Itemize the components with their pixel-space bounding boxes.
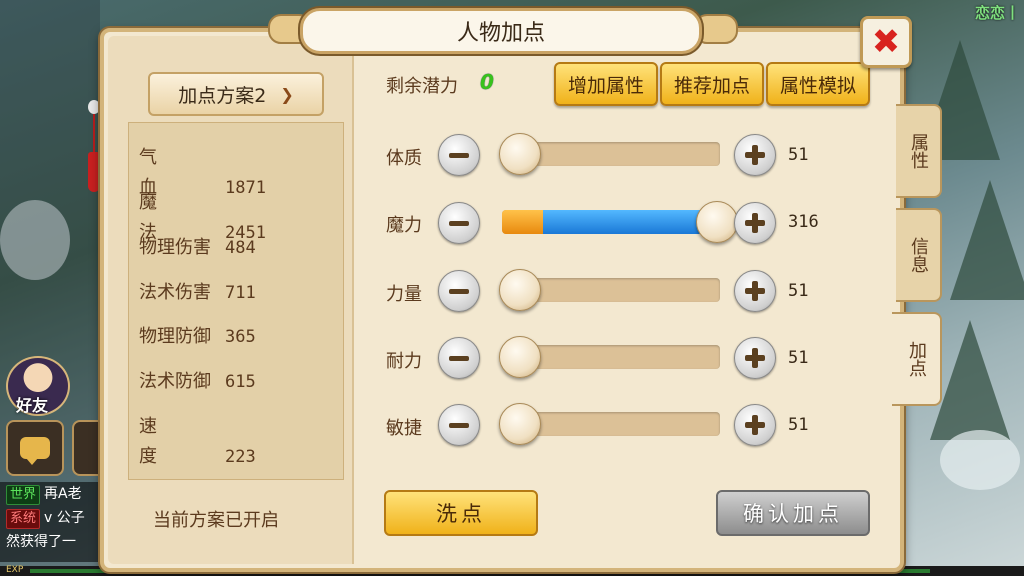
- minus-icon: [449, 288, 469, 294]
- attr-slider[interactable]: [499, 336, 720, 378]
- voice-button[interactable]: [72, 420, 102, 476]
- increase-button[interactable]: [734, 270, 776, 312]
- stat-row-hp: 气血 1871: [139, 143, 266, 198]
- attr-slider[interactable]: [499, 133, 720, 175]
- left-column: 加点方案2 ❯ 气血 1871 魔法 2451 物理伤害 484 法术伤害 711 物理…: [108, 36, 354, 564]
- tassel-knot: [88, 100, 100, 114]
- add-attribute-button[interactable]: 增加属性: [554, 62, 658, 106]
- stat-value: 223: [225, 447, 256, 467]
- attr-name: 体质: [386, 148, 422, 169]
- stat-name: 物理防御: [139, 326, 211, 347]
- decrease-button[interactable]: [438, 404, 480, 446]
- slider-knob[interactable]: [499, 133, 541, 175]
- simulate-attribute-button[interactable]: 属性模拟: [766, 62, 870, 106]
- stat-name: 物理伤害: [139, 237, 211, 258]
- bg-tree: [930, 320, 1010, 440]
- stat-row-mp: 魔法 2451: [139, 188, 266, 243]
- decrease-button[interactable]: [438, 202, 480, 244]
- bg-snow: [940, 430, 1020, 490]
- recommend-points-button[interactable]: 推荐加点: [660, 62, 764, 106]
- chat-text: 再A老: [44, 486, 82, 502]
- increase-button[interactable]: [734, 404, 776, 446]
- stat-row-phys-def: 物理防御 365: [139, 322, 256, 352]
- scheme-label: 加点方案2: [178, 84, 267, 107]
- increase-button[interactable]: [734, 337, 776, 379]
- stat-value: 365: [225, 327, 256, 347]
- minus-icon: [449, 220, 469, 226]
- exp-label: EXP: [6, 565, 24, 575]
- chat-text: 然获得了一: [6, 534, 76, 550]
- minus-icon: [449, 152, 469, 158]
- attr-name: 敏捷: [386, 418, 422, 439]
- attr-name: 耐力: [386, 351, 422, 372]
- stat-row-magic-dmg: 法术伤害 711: [139, 278, 256, 308]
- minus-icon: [449, 355, 469, 361]
- attr-slider[interactable]: [499, 403, 720, 445]
- friend-label: 好友: [16, 396, 49, 415]
- stat-row-phys-dmg: 物理伤害 484: [139, 233, 256, 263]
- plus-icon: [745, 415, 765, 435]
- attr-value: 51: [788, 145, 809, 165]
- scheme-status: 当前方案已开启: [153, 510, 279, 531]
- potential-label: 剩余潜力: [386, 76, 458, 97]
- slider-knob[interactable]: [499, 336, 541, 378]
- stat-row-speed: 速度 223: [139, 412, 256, 467]
- stat-name: 法术伤害: [139, 282, 211, 303]
- attr-name: 魔力: [386, 215, 422, 236]
- attr-value: 51: [788, 281, 809, 301]
- slider-knob[interactable]: [499, 403, 541, 445]
- stat-value: 711: [225, 283, 256, 303]
- plus-icon: [745, 281, 765, 301]
- attr-slider[interactable]: [499, 269, 720, 311]
- potential-value: 0: [480, 70, 494, 94]
- channel-tag-world: 世界: [6, 485, 41, 505]
- chat-line: 然获得了一: [0, 530, 100, 554]
- minus-icon: [449, 422, 469, 428]
- window-title: 人物加点: [300, 8, 702, 54]
- scheme-dropdown[interactable]: 加点方案2 ❯: [148, 72, 324, 116]
- decrease-button[interactable]: [438, 270, 480, 312]
- increase-button[interactable]: [734, 202, 776, 244]
- chat-text: v 公子: [44, 510, 85, 526]
- confirm-points-button[interactable]: 确认加点: [716, 490, 870, 536]
- plus-icon: [745, 145, 765, 165]
- slider-base-fill: [502, 210, 543, 234]
- attr-value: 51: [788, 415, 809, 435]
- attr-value: 316: [788, 212, 819, 232]
- stats-box: 气血 1871 魔法 2451 物理伤害 484 法术伤害 711 物理防御 365 法术…: [128, 122, 344, 480]
- attr-value: 51: [788, 348, 809, 368]
- bg-tree: [950, 180, 1024, 300]
- stat-value: 615: [225, 372, 256, 392]
- decrease-button[interactable]: [438, 337, 480, 379]
- stat-row-magic-def: 法术防御 615: [139, 367, 256, 397]
- close-icon: ✖: [871, 22, 901, 62]
- chevron-down-icon: ❯: [280, 84, 294, 104]
- wash-points-button[interactable]: 洗点: [384, 490, 538, 536]
- chat-button[interactable]: [6, 420, 64, 476]
- decrease-button[interactable]: [438, 134, 480, 176]
- attr-name: 力量: [386, 284, 422, 305]
- close-button[interactable]: ✖: [860, 16, 912, 68]
- stat-value: 484: [225, 238, 256, 258]
- chat-log[interactable]: 世界 再A老 系统 v 公子 然获得了一: [0, 482, 100, 562]
- channel-tag-system: 系统: [6, 509, 41, 529]
- stat-name: 法术防御: [139, 371, 211, 392]
- tab-attributes[interactable]: 属性: [896, 104, 942, 198]
- slider-knob[interactable]: [499, 269, 541, 311]
- chat-line: 世界 再A老: [0, 482, 100, 506]
- stat-name: 速度: [139, 416, 191, 467]
- attribute-panel: 加点方案2 ❯ 气血 1871 魔法 2451 物理伤害 484 法术伤害 711 物理…: [100, 28, 904, 572]
- attr-slider[interactable]: [502, 201, 738, 243]
- player-name: 恋恋丨: [974, 4, 1020, 22]
- tassel-string: [93, 114, 95, 154]
- tassel-end: [88, 152, 100, 192]
- slider-knob[interactable]: [696, 201, 738, 243]
- tab-info[interactable]: 信息: [896, 208, 942, 302]
- chat-line: 系统 v 公子: [0, 506, 100, 530]
- increase-button[interactable]: [734, 134, 776, 176]
- tab-add-points[interactable]: 加点: [892, 312, 942, 406]
- plus-icon: [745, 348, 765, 368]
- plus-icon: [745, 213, 765, 233]
- chat-bubble-icon: [20, 437, 50, 465]
